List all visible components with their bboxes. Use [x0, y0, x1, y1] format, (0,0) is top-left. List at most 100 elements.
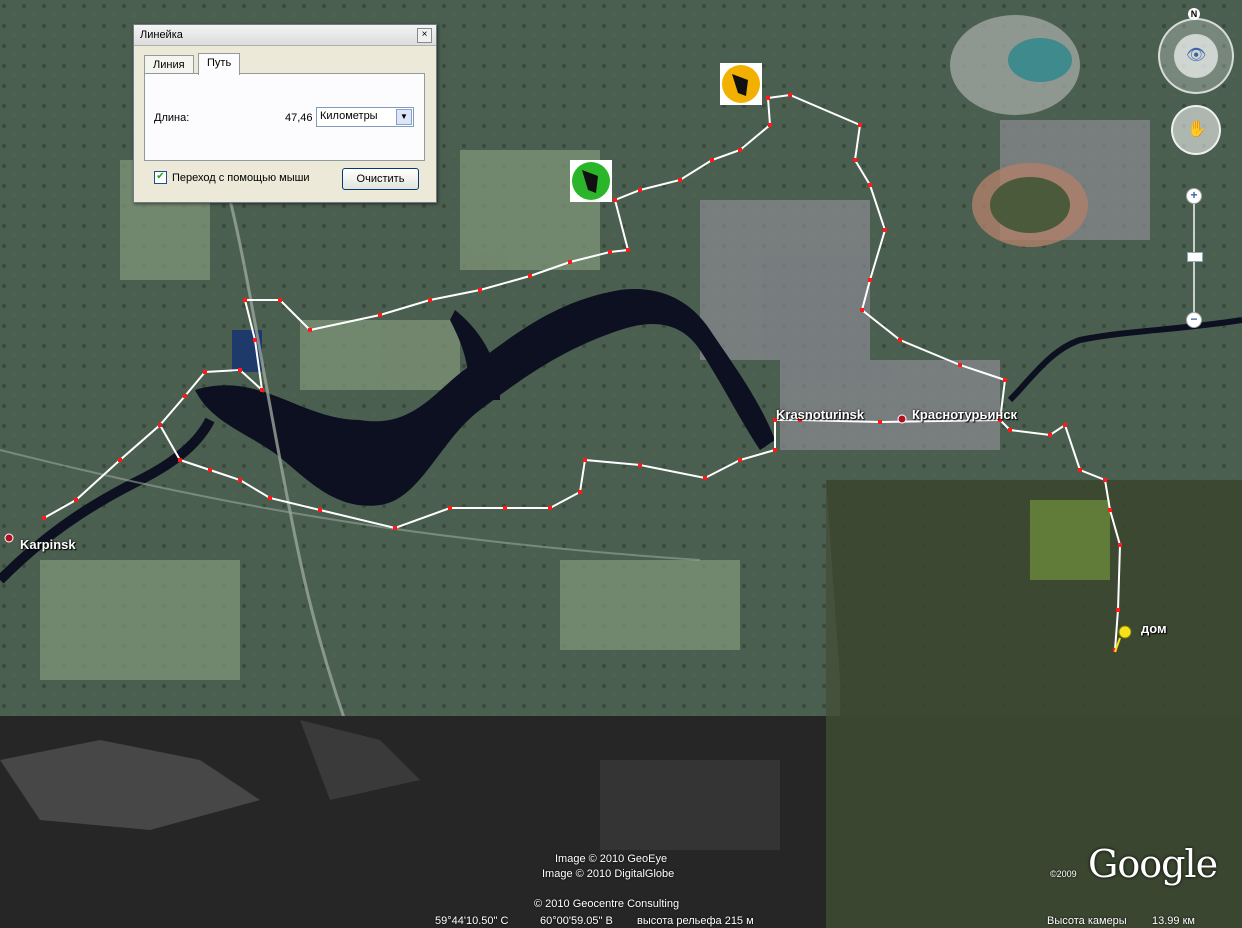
path-vertex[interactable]	[203, 370, 207, 374]
path-vertex[interactable]	[1116, 608, 1120, 612]
look-icon[interactable]: 👁	[1174, 34, 1218, 78]
path-vertex[interactable]	[74, 498, 78, 502]
path-vertex[interactable]	[183, 394, 187, 398]
ruler-dialog: Линейка × Линия Путь Длина: 47,46 Киломе…	[133, 24, 437, 203]
path-vertex[interactable]	[773, 448, 777, 452]
path-vertex[interactable]	[578, 490, 582, 494]
dog-club-marker-icon[interactable]	[570, 160, 612, 202]
ruler-panel: Длина: 47,46 Километры ▼	[144, 73, 425, 161]
label-krasnoturinsk-en[interactable]: Krasnoturinsk	[776, 407, 864, 422]
mouse-nav-label: Переход с помощью мыши	[172, 172, 310, 184]
path-vertex[interactable]	[883, 228, 887, 232]
north-indicator[interactable]: N	[1188, 8, 1200, 20]
path-vertex[interactable]	[853, 158, 857, 162]
path-vertex[interactable]	[766, 96, 770, 100]
path-vertex[interactable]	[1003, 378, 1007, 382]
path-vertex[interactable]	[260, 388, 264, 392]
path-vertex[interactable]	[268, 496, 272, 500]
path-vertex[interactable]	[42, 516, 46, 520]
path-vertex[interactable]	[678, 178, 682, 182]
mouse-nav-checkbox[interactable]: ✔	[154, 171, 167, 184]
move-control[interactable]: ✋	[1171, 105, 1221, 155]
path-vertex[interactable]	[158, 423, 162, 427]
zoom-thumb[interactable]	[1187, 252, 1203, 262]
move-hand-icon: ✋	[1187, 121, 1207, 138]
label-krasnoturinsk-ru[interactable]: Краснотурьинск	[912, 407, 1017, 422]
status-eye-label: Высота камеры	[1047, 915, 1127, 927]
path-vertex[interactable]	[868, 183, 872, 187]
path-vertex[interactable]	[208, 468, 212, 472]
dog-club-marker-icon[interactable]	[720, 63, 762, 105]
google-logo: Google	[1088, 842, 1218, 886]
place-dot-icon	[4, 533, 14, 543]
zoom-out-button[interactable]: −	[1186, 312, 1202, 328]
zoom-in-button[interactable]: +	[1186, 188, 1202, 204]
path-vertex[interactable]	[738, 148, 742, 152]
path-vertex[interactable]	[768, 123, 772, 127]
path-vertex[interactable]	[568, 260, 572, 264]
close-icon[interactable]: ×	[417, 28, 432, 43]
path-vertex[interactable]	[1008, 428, 1012, 432]
path-vertex[interactable]	[738, 458, 742, 462]
path-vertex[interactable]	[626, 248, 630, 252]
path-vertex[interactable]	[528, 274, 532, 278]
path-vertex[interactable]	[238, 368, 242, 372]
path-vertex[interactable]	[1048, 433, 1052, 437]
unit-selected: Километры	[320, 110, 378, 122]
path-vertex[interactable]	[1103, 478, 1107, 482]
path-vertex[interactable]	[613, 198, 617, 202]
status-eye-value: 13.99 км	[1152, 915, 1195, 927]
path-vertex[interactable]	[428, 298, 432, 302]
path-vertex[interactable]	[958, 363, 962, 367]
tab-line[interactable]: Линия	[144, 55, 194, 74]
path-vertex[interactable]	[278, 298, 282, 302]
path-vertex[interactable]	[393, 526, 397, 530]
path-vertex[interactable]	[243, 298, 247, 302]
path-vertex[interactable]	[378, 313, 382, 317]
path-vertex[interactable]	[318, 508, 322, 512]
label-home[interactable]: дом	[1141, 621, 1167, 636]
path-vertex[interactable]	[478, 288, 482, 292]
path-vertex[interactable]	[1078, 468, 1082, 472]
status-longitude: 60°00'59.05" В	[540, 915, 613, 927]
clear-button[interactable]: Очистить	[342, 168, 419, 190]
credit-geoeye: Image © 2010 GeoEye	[555, 853, 668, 865]
path-vertex[interactable]	[878, 420, 882, 424]
path-vertex[interactable]	[1063, 423, 1067, 427]
path-vertex[interactable]	[238, 478, 242, 482]
path-vertex[interactable]	[860, 308, 864, 312]
path-vertex[interactable]	[308, 328, 312, 332]
path-vertex[interactable]	[118, 458, 122, 462]
path-vertex[interactable]	[1108, 508, 1112, 512]
unit-select[interactable]: Километры ▼	[316, 107, 414, 127]
zoom-slider[interactable]: + −	[1186, 188, 1203, 330]
path-vertex[interactable]	[638, 463, 642, 467]
path-vertex[interactable]	[858, 123, 862, 127]
path-vertex[interactable]	[503, 506, 507, 510]
path-vertex[interactable]	[583, 458, 587, 462]
path-vertex[interactable]	[448, 506, 452, 510]
path-vertex[interactable]	[868, 278, 872, 282]
look-control[interactable]: 👁	[1158, 18, 1234, 94]
length-value: 47,46	[285, 112, 313, 124]
path-vertex[interactable]	[253, 338, 257, 342]
status-latitude: 59°44'10.50" С	[435, 915, 509, 927]
place-dot-icon	[897, 414, 907, 424]
copyright-year: ©2009	[1050, 869, 1077, 879]
path-vertex[interactable]	[788, 93, 792, 97]
path-vertex[interactable]	[548, 506, 552, 510]
path-vertex[interactable]	[710, 158, 714, 162]
label-karpinsk[interactable]: Karpinsk	[20, 537, 76, 552]
path-vertex[interactable]	[898, 338, 902, 342]
path-vertex[interactable]	[178, 458, 182, 462]
path-vertex[interactable]	[638, 188, 642, 192]
chevron-down-icon[interactable]: ▼	[396, 109, 412, 125]
credit-geocentre: © 2010 Geocentre Consulting	[534, 898, 680, 910]
length-label: Длина:	[154, 112, 190, 124]
path-vertex[interactable]	[703, 476, 707, 480]
dialog-title: Линейка	[134, 25, 436, 46]
path-vertex[interactable]	[1118, 543, 1122, 547]
credit-digitalglobe: Image © 2010 DigitalGlobe	[542, 868, 675, 880]
path-vertex[interactable]	[608, 250, 612, 254]
tab-path[interactable]: Путь	[198, 53, 241, 75]
